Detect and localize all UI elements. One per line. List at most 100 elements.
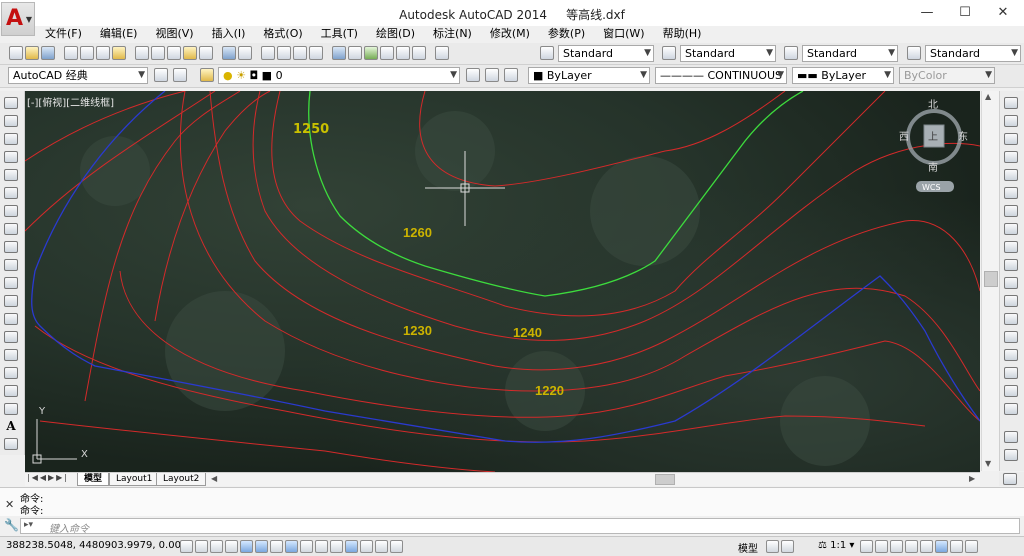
print-icon[interactable] [64, 46, 78, 60]
customize-wrench-icon[interactable]: 🔧 [4, 518, 19, 532]
infer-constraints-icon[interactable] [180, 539, 193, 553]
quick-view-layouts-icon[interactable] [766, 539, 779, 553]
auto-scale-icon[interactable] [875, 539, 888, 553]
tab-nav-arrows-icon[interactable]: |◀◀▶▶| [27, 473, 69, 482]
workspace-icon[interactable] [173, 68, 187, 82]
array-icon[interactable] [1004, 169, 1018, 181]
hscroll-left-icon[interactable]: ◀ [211, 474, 217, 483]
scroll-up-icon[interactable]: ▲ [985, 92, 991, 101]
layer-state-icon[interactable] [504, 68, 518, 82]
layer-select[interactable]: ● ☀ ◘ ■ 0 ▼ [218, 67, 460, 84]
lineweight-toggle-icon[interactable] [330, 539, 343, 553]
line-icon[interactable] [4, 97, 18, 109]
menu-help[interactable]: 帮助(H) [654, 26, 711, 42]
design-center-icon[interactable] [348, 46, 362, 60]
vertical-scrollbar[interactable]: ▲ ▼ [981, 91, 999, 471]
trim-icon[interactable] [1004, 259, 1018, 271]
arc-icon[interactable] [4, 187, 18, 199]
break-at-point-icon[interactable] [1004, 295, 1018, 307]
color-select[interactable]: ■ ByLayer ▼ [528, 67, 650, 84]
table-style-select[interactable]: Standard ▼ [802, 45, 898, 62]
erase-icon[interactable] [1004, 97, 1018, 109]
workspace-select[interactable]: AutoCAD 经典 ▼ [8, 67, 148, 84]
selection-cycling-icon[interactable] [375, 539, 388, 553]
ellipse-arc-icon[interactable] [4, 277, 18, 289]
polyline-icon[interactable] [4, 133, 18, 145]
menu-file[interactable]: 文件(F) [36, 26, 91, 42]
snap-mode-icon[interactable] [195, 539, 208, 553]
fillet-icon[interactable] [1004, 367, 1018, 379]
dim-style-select[interactable]: Standard ▼ [680, 45, 776, 62]
mirror-icon[interactable] [1004, 133, 1018, 145]
table-icon[interactable] [4, 403, 18, 415]
drawing-canvas[interactable]: 1250 1260 1240 1230 1220 北 南 西 东 上 WCS Y… [25, 91, 980, 472]
minimize-button[interactable]: — [910, 2, 944, 24]
close-icon[interactable]: ✕ [5, 498, 14, 511]
menu-draw[interactable]: 绘图(D) [367, 26, 424, 42]
insert-block-icon[interactable] [4, 295, 18, 307]
make-current-layer-icon[interactable] [466, 68, 480, 82]
extend-icon[interactable] [1004, 277, 1018, 289]
scroll-down-icon[interactable]: ▼ [985, 459, 991, 468]
break-icon[interactable] [1004, 313, 1018, 325]
copy-icon[interactable] [151, 46, 165, 60]
menu-tools[interactable]: 工具(T) [312, 26, 367, 42]
annotation-visibility-icon[interactable] [860, 539, 873, 553]
menu-dimension[interactable]: 标注(N) [424, 26, 481, 42]
tool-palettes-icon[interactable] [364, 46, 378, 60]
paste-icon[interactable] [167, 46, 181, 60]
draw-order-icon[interactable] [1004, 431, 1018, 443]
cut-icon[interactable] [135, 46, 149, 60]
spline-icon[interactable] [4, 241, 18, 253]
horizontal-scroll-thumb[interactable] [655, 474, 675, 485]
construction-line-icon[interactable] [4, 115, 18, 127]
transparency-icon[interactable] [345, 539, 358, 553]
grid-display-icon[interactable] [210, 539, 223, 553]
close-button[interactable]: ✕ [986, 2, 1020, 24]
sheet-set-icon[interactable] [380, 46, 394, 60]
chamfer-icon[interactable] [1004, 349, 1018, 361]
scroll-thumb[interactable] [984, 271, 998, 287]
open-folder-icon[interactable] [25, 46, 39, 60]
multiline-text-icon[interactable]: A [4, 420, 18, 433]
command-input[interactable]: 键入命令 [49, 520, 89, 535]
menu-insert[interactable]: 插入(I) [203, 26, 255, 42]
undo-icon[interactable] [222, 46, 236, 60]
zoom-realtime-icon[interactable] [277, 46, 291, 60]
text-style-select[interactable]: Standard ▼ [558, 45, 654, 62]
dynamic-input-icon[interactable] [315, 539, 328, 553]
preview-icon[interactable] [80, 46, 94, 60]
workspace-settings-icon[interactable] [154, 68, 168, 82]
gradient-icon[interactable] [4, 367, 18, 379]
viewport-controls-label[interactable]: [-][俯视][二维线框] [27, 94, 114, 109]
menu-modify[interactable]: 修改(M) [481, 26, 539, 42]
send-to-back-icon[interactable] [1003, 473, 1017, 485]
quickcalc-icon[interactable] [412, 46, 426, 60]
menu-parametric[interactable]: 参数(P) [539, 26, 594, 42]
hatch-icon[interactable] [4, 349, 18, 361]
menu-edit[interactable]: 编辑(E) [91, 26, 147, 42]
object-snap-tracking-icon[interactable] [285, 539, 298, 553]
rotate-icon[interactable] [1004, 205, 1018, 217]
explode-icon[interactable] [1004, 403, 1018, 415]
layer-previous-icon[interactable] [485, 68, 499, 82]
scale-icon[interactable] [1004, 223, 1018, 235]
properties-icon[interactable] [332, 46, 346, 60]
join-icon[interactable] [1004, 331, 1018, 343]
zoom-previous-icon[interactable] [309, 46, 323, 60]
object-snap-icon[interactable] [255, 539, 268, 553]
markup-icon[interactable] [396, 46, 410, 60]
match-properties-icon[interactable] [183, 46, 197, 60]
application-menu-button[interactable]: A ▼ [1, 2, 35, 36]
polygon-icon[interactable] [4, 151, 18, 163]
offset-icon[interactable] [1004, 151, 1018, 163]
quick-properties-icon[interactable] [360, 539, 373, 553]
tab-layout2[interactable]: Layout2 [156, 473, 207, 486]
tab-layout1[interactable]: Layout1 [109, 473, 160, 486]
zoom-window-icon[interactable] [293, 46, 307, 60]
layer-properties-icon[interactable] [200, 68, 214, 82]
polar-tracking-icon[interactable] [240, 539, 253, 553]
tab-model[interactable]: 模型 [77, 473, 110, 486]
dynamic-ucs-icon[interactable] [300, 539, 313, 553]
annotation-monitor-icon[interactable] [390, 539, 403, 553]
